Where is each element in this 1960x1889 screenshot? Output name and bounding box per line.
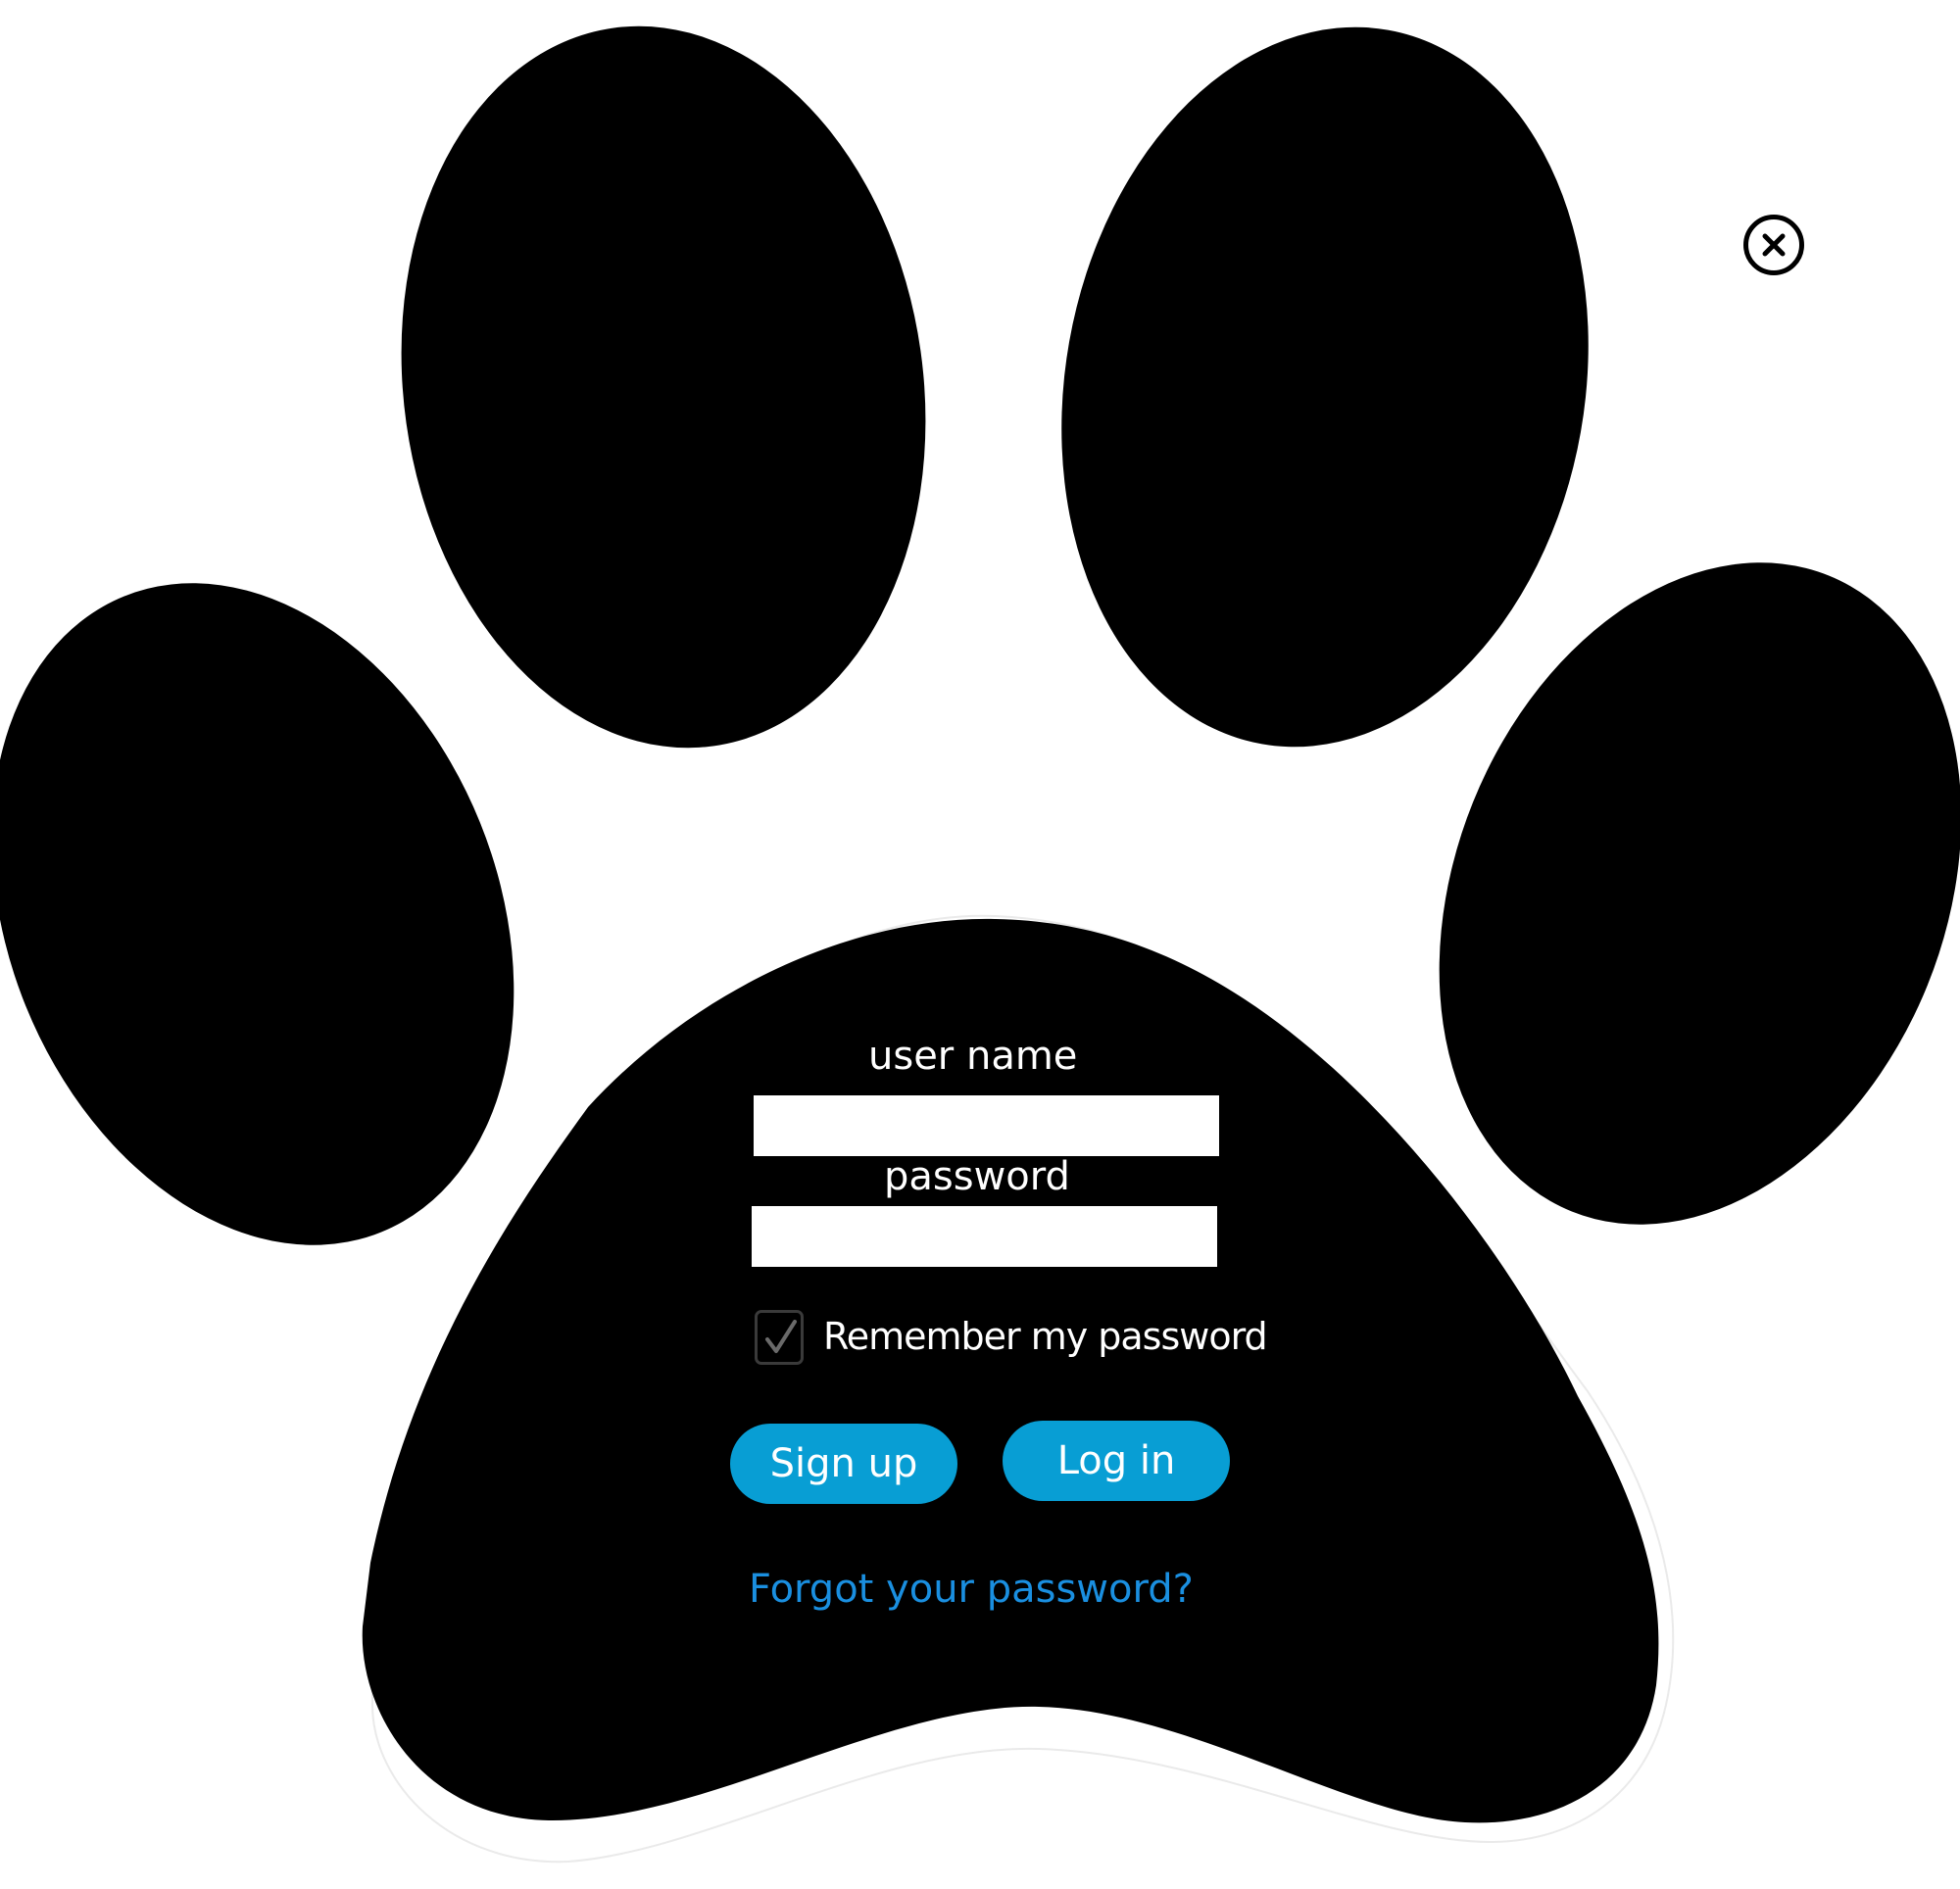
toe-top-left bbox=[401, 25, 926, 749]
password-label: password bbox=[884, 1154, 1070, 1199]
toe-top-right bbox=[1061, 26, 1589, 748]
remember-password-checkbox[interactable] bbox=[755, 1310, 804, 1365]
username-input[interactable] bbox=[754, 1095, 1219, 1156]
sign-up-button[interactable]: Sign up bbox=[730, 1424, 957, 1504]
checkmark-icon bbox=[765, 1320, 797, 1353]
forgot-password-link[interactable]: Forgot your password? bbox=[749, 1564, 1194, 1615]
username-label: user name bbox=[868, 1034, 1078, 1079]
remember-password-label: Remember my password bbox=[823, 1315, 1268, 1358]
log-in-button[interactable]: Log in bbox=[1003, 1421, 1230, 1501]
close-button[interactable] bbox=[1743, 215, 1804, 275]
close-icon bbox=[1762, 233, 1786, 257]
password-input[interactable] bbox=[752, 1206, 1217, 1267]
